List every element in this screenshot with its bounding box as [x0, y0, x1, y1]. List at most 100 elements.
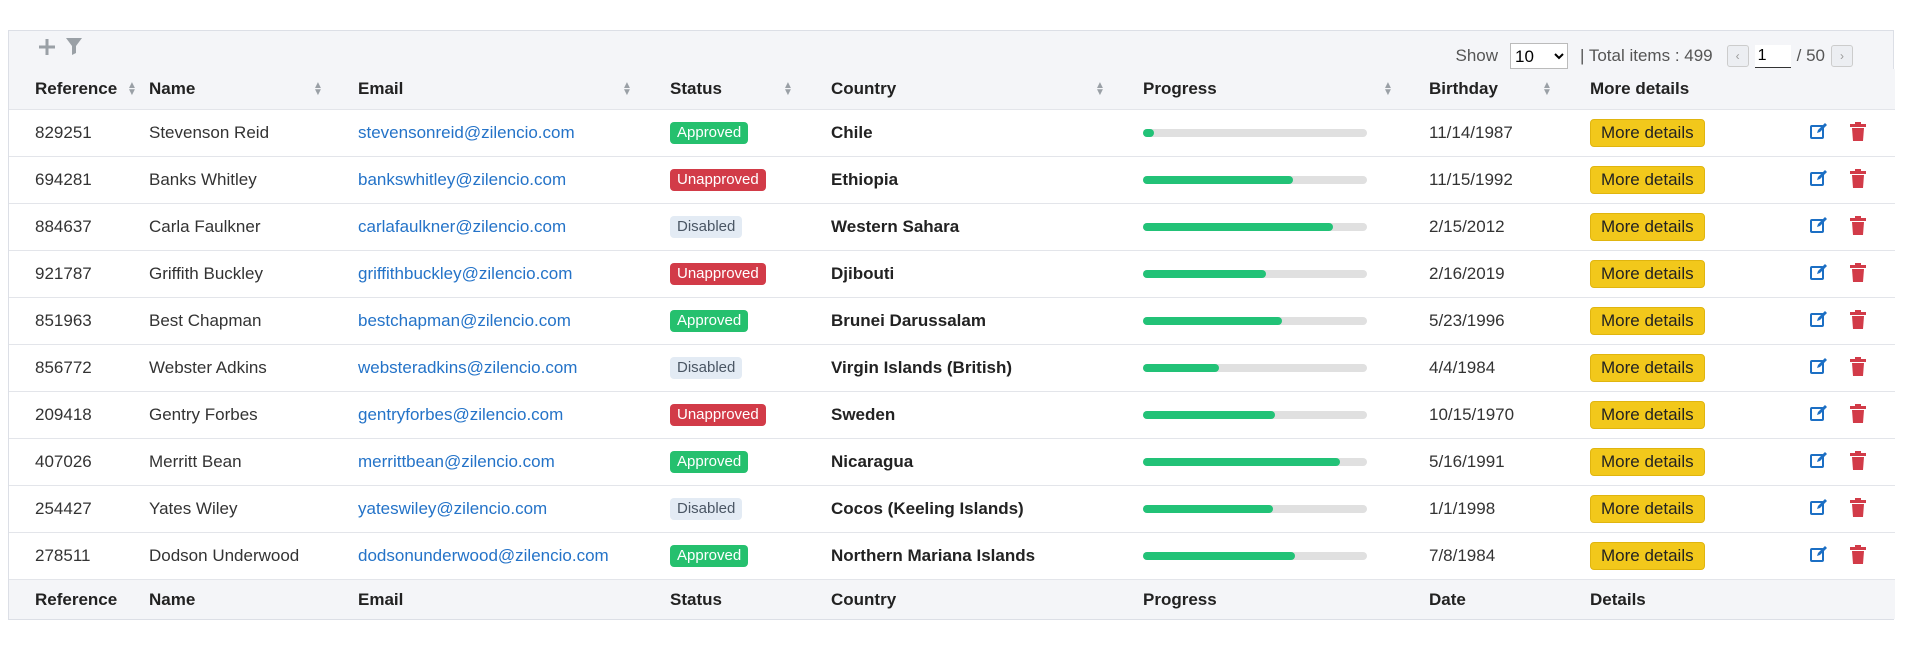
- more-details-button[interactable]: More details: [1590, 213, 1705, 241]
- progress-bar-fill: [1143, 505, 1273, 513]
- edit-icon[interactable]: [1809, 215, 1829, 235]
- email-link[interactable]: stevensonreid@zilencio.com: [358, 123, 575, 142]
- email-link[interactable]: bestchapman@zilencio.com: [358, 311, 571, 330]
- sort-icon[interactable]: ▲ ▼: [622, 81, 632, 98]
- more-details-button[interactable]: More details: [1590, 448, 1705, 476]
- edit-icon[interactable]: [1809, 309, 1829, 329]
- trash-icon[interactable]: [1849, 450, 1866, 470]
- more-details-button[interactable]: More details: [1590, 119, 1705, 147]
- status-badge: Approved: [670, 310, 749, 332]
- edit-icon[interactable]: [1809, 168, 1829, 188]
- progress-cell: [1143, 156, 1429, 204]
- column-header-reference[interactable]: Reference ▲ ▼: [9, 69, 149, 110]
- column-header-email[interactable]: Email ▲ ▼: [358, 69, 670, 110]
- email-link[interactable]: yateswiley@zilencio.com: [358, 499, 547, 518]
- email-link[interactable]: websteradkins@zilencio.com: [358, 358, 577, 377]
- more-details-button[interactable]: More details: [1590, 354, 1705, 382]
- status-cell: Approved: [670, 297, 831, 345]
- email-link[interactable]: carlafaulkner@zilencio.com: [358, 217, 566, 236]
- progress-cell: [1143, 344, 1429, 392]
- trash-icon[interactable]: [1849, 497, 1866, 517]
- status-cell: Disabled: [670, 344, 831, 392]
- column-header-name[interactable]: Name ▲ ▼: [149, 69, 358, 110]
- trash-icon[interactable]: [1849, 356, 1866, 376]
- table-body: 829251 Stevenson Reid stevensonreid@zile…: [9, 109, 1895, 580]
- header-row: Reference ▲ ▼ Name ▲ ▼ Email ▲ ▼ Status ▲ ▼ Coun…: [9, 69, 1895, 110]
- edit-icon[interactable]: [1809, 450, 1829, 470]
- email-link[interactable]: griffithbuckley@zilencio.com: [358, 264, 572, 283]
- edit-icon[interactable]: [1809, 356, 1829, 376]
- actions-cell: [1773, 391, 1895, 439]
- name-cell: Stevenson Reid: [149, 109, 358, 157]
- footer-status: Status: [670, 579, 831, 619]
- email-link[interactable]: gentryforbes@zilencio.com: [358, 405, 563, 424]
- footer-row: Reference Name Email Status Country Prog…: [9, 579, 1895, 619]
- sort-icon[interactable]: ▲ ▼: [783, 81, 793, 98]
- birthday-cell: 11/15/1992: [1429, 156, 1590, 204]
- sort-icon[interactable]: ▲ ▼: [1383, 81, 1393, 98]
- trash-icon[interactable]: [1849, 121, 1866, 141]
- plus-icon[interactable]: [39, 37, 55, 59]
- more-details-button[interactable]: More details: [1590, 401, 1705, 429]
- edit-icon[interactable]: [1809, 403, 1829, 423]
- more-details-cell: More details: [1590, 532, 1773, 580]
- status-cell: Approved: [670, 532, 831, 580]
- progress-bar: [1143, 411, 1367, 419]
- sort-icon[interactable]: ▲ ▼: [127, 81, 137, 98]
- more-details-button[interactable]: More details: [1590, 260, 1705, 288]
- column-header-status[interactable]: Status ▲ ▼: [670, 69, 831, 110]
- sort-icon[interactable]: ▲ ▼: [1542, 81, 1552, 98]
- progress-bar-fill: [1143, 270, 1267, 278]
- trash-icon[interactable]: [1849, 309, 1866, 329]
- edit-icon[interactable]: [1809, 497, 1829, 517]
- footer-progress: Progress: [1143, 579, 1429, 619]
- status-badge: Unapproved: [670, 263, 766, 285]
- email-link[interactable]: bankswhitley@zilencio.com: [358, 170, 566, 189]
- birthday-cell: 2/16/2019: [1429, 250, 1590, 298]
- edit-icon[interactable]: [1809, 262, 1829, 282]
- status-cell: Approved: [670, 109, 831, 157]
- progress-bar-fill: [1143, 317, 1282, 325]
- filter-icon[interactable]: [65, 37, 83, 59]
- more-details-button[interactable]: More details: [1590, 307, 1705, 335]
- status-badge: Approved: [670, 122, 749, 144]
- trash-icon[interactable]: [1849, 403, 1866, 423]
- chevron-left-icon: ‹: [1735, 49, 1740, 63]
- current-page-input[interactable]: [1754, 44, 1791, 68]
- trash-icon[interactable]: [1849, 262, 1866, 282]
- actions-cell: [1773, 344, 1895, 392]
- column-header-progress[interactable]: Progress ▲ ▼: [1143, 69, 1429, 110]
- country-cell: Cocos (Keeling Islands): [831, 485, 1143, 533]
- column-header-country[interactable]: Country ▲ ▼: [831, 69, 1143, 110]
- email-link[interactable]: merrittbean@zilencio.com: [358, 452, 555, 471]
- status-cell: Unapproved: [670, 391, 831, 439]
- more-details-cell: More details: [1590, 391, 1773, 439]
- status-cell: Unapproved: [670, 156, 831, 204]
- trash-icon[interactable]: [1849, 168, 1866, 188]
- sort-icon[interactable]: ▲ ▼: [1095, 81, 1105, 98]
- more-details-button[interactable]: More details: [1590, 542, 1705, 570]
- more-details-cell: More details: [1590, 203, 1773, 251]
- trash-icon[interactable]: [1849, 215, 1866, 235]
- footer-date: Date: [1429, 579, 1590, 619]
- prev-page-button[interactable]: ‹: [1726, 45, 1749, 67]
- country-cell: Northern Mariana Islands: [831, 532, 1143, 580]
- sort-icon[interactable]: ▲ ▼: [313, 81, 323, 98]
- edit-icon[interactable]: [1809, 544, 1829, 564]
- column-header-birthday[interactable]: Birthday ▲ ▼: [1429, 69, 1590, 110]
- status-badge: Unapproved: [670, 404, 766, 426]
- more-details-button[interactable]: More details: [1590, 166, 1705, 194]
- edit-icon[interactable]: [1809, 121, 1829, 141]
- progress-bar-fill: [1143, 364, 1220, 372]
- page-size-select[interactable]: 10: [1510, 43, 1569, 69]
- more-details-button[interactable]: More details: [1590, 495, 1705, 523]
- actions-cell: [1773, 485, 1895, 533]
- birthday-cell: 2/15/2012: [1429, 203, 1590, 251]
- next-page-button[interactable]: ›: [1831, 45, 1853, 67]
- footer-name: Name: [149, 579, 358, 619]
- progress-cell: [1143, 203, 1429, 251]
- name-cell: Banks Whitley: [149, 156, 358, 204]
- trash-icon[interactable]: [1849, 544, 1866, 564]
- data-grid: Show 10 | Total items : 499 ‹ / 50 › Ref…: [8, 30, 1895, 620]
- email-link[interactable]: dodsonunderwood@zilencio.com: [358, 546, 609, 565]
